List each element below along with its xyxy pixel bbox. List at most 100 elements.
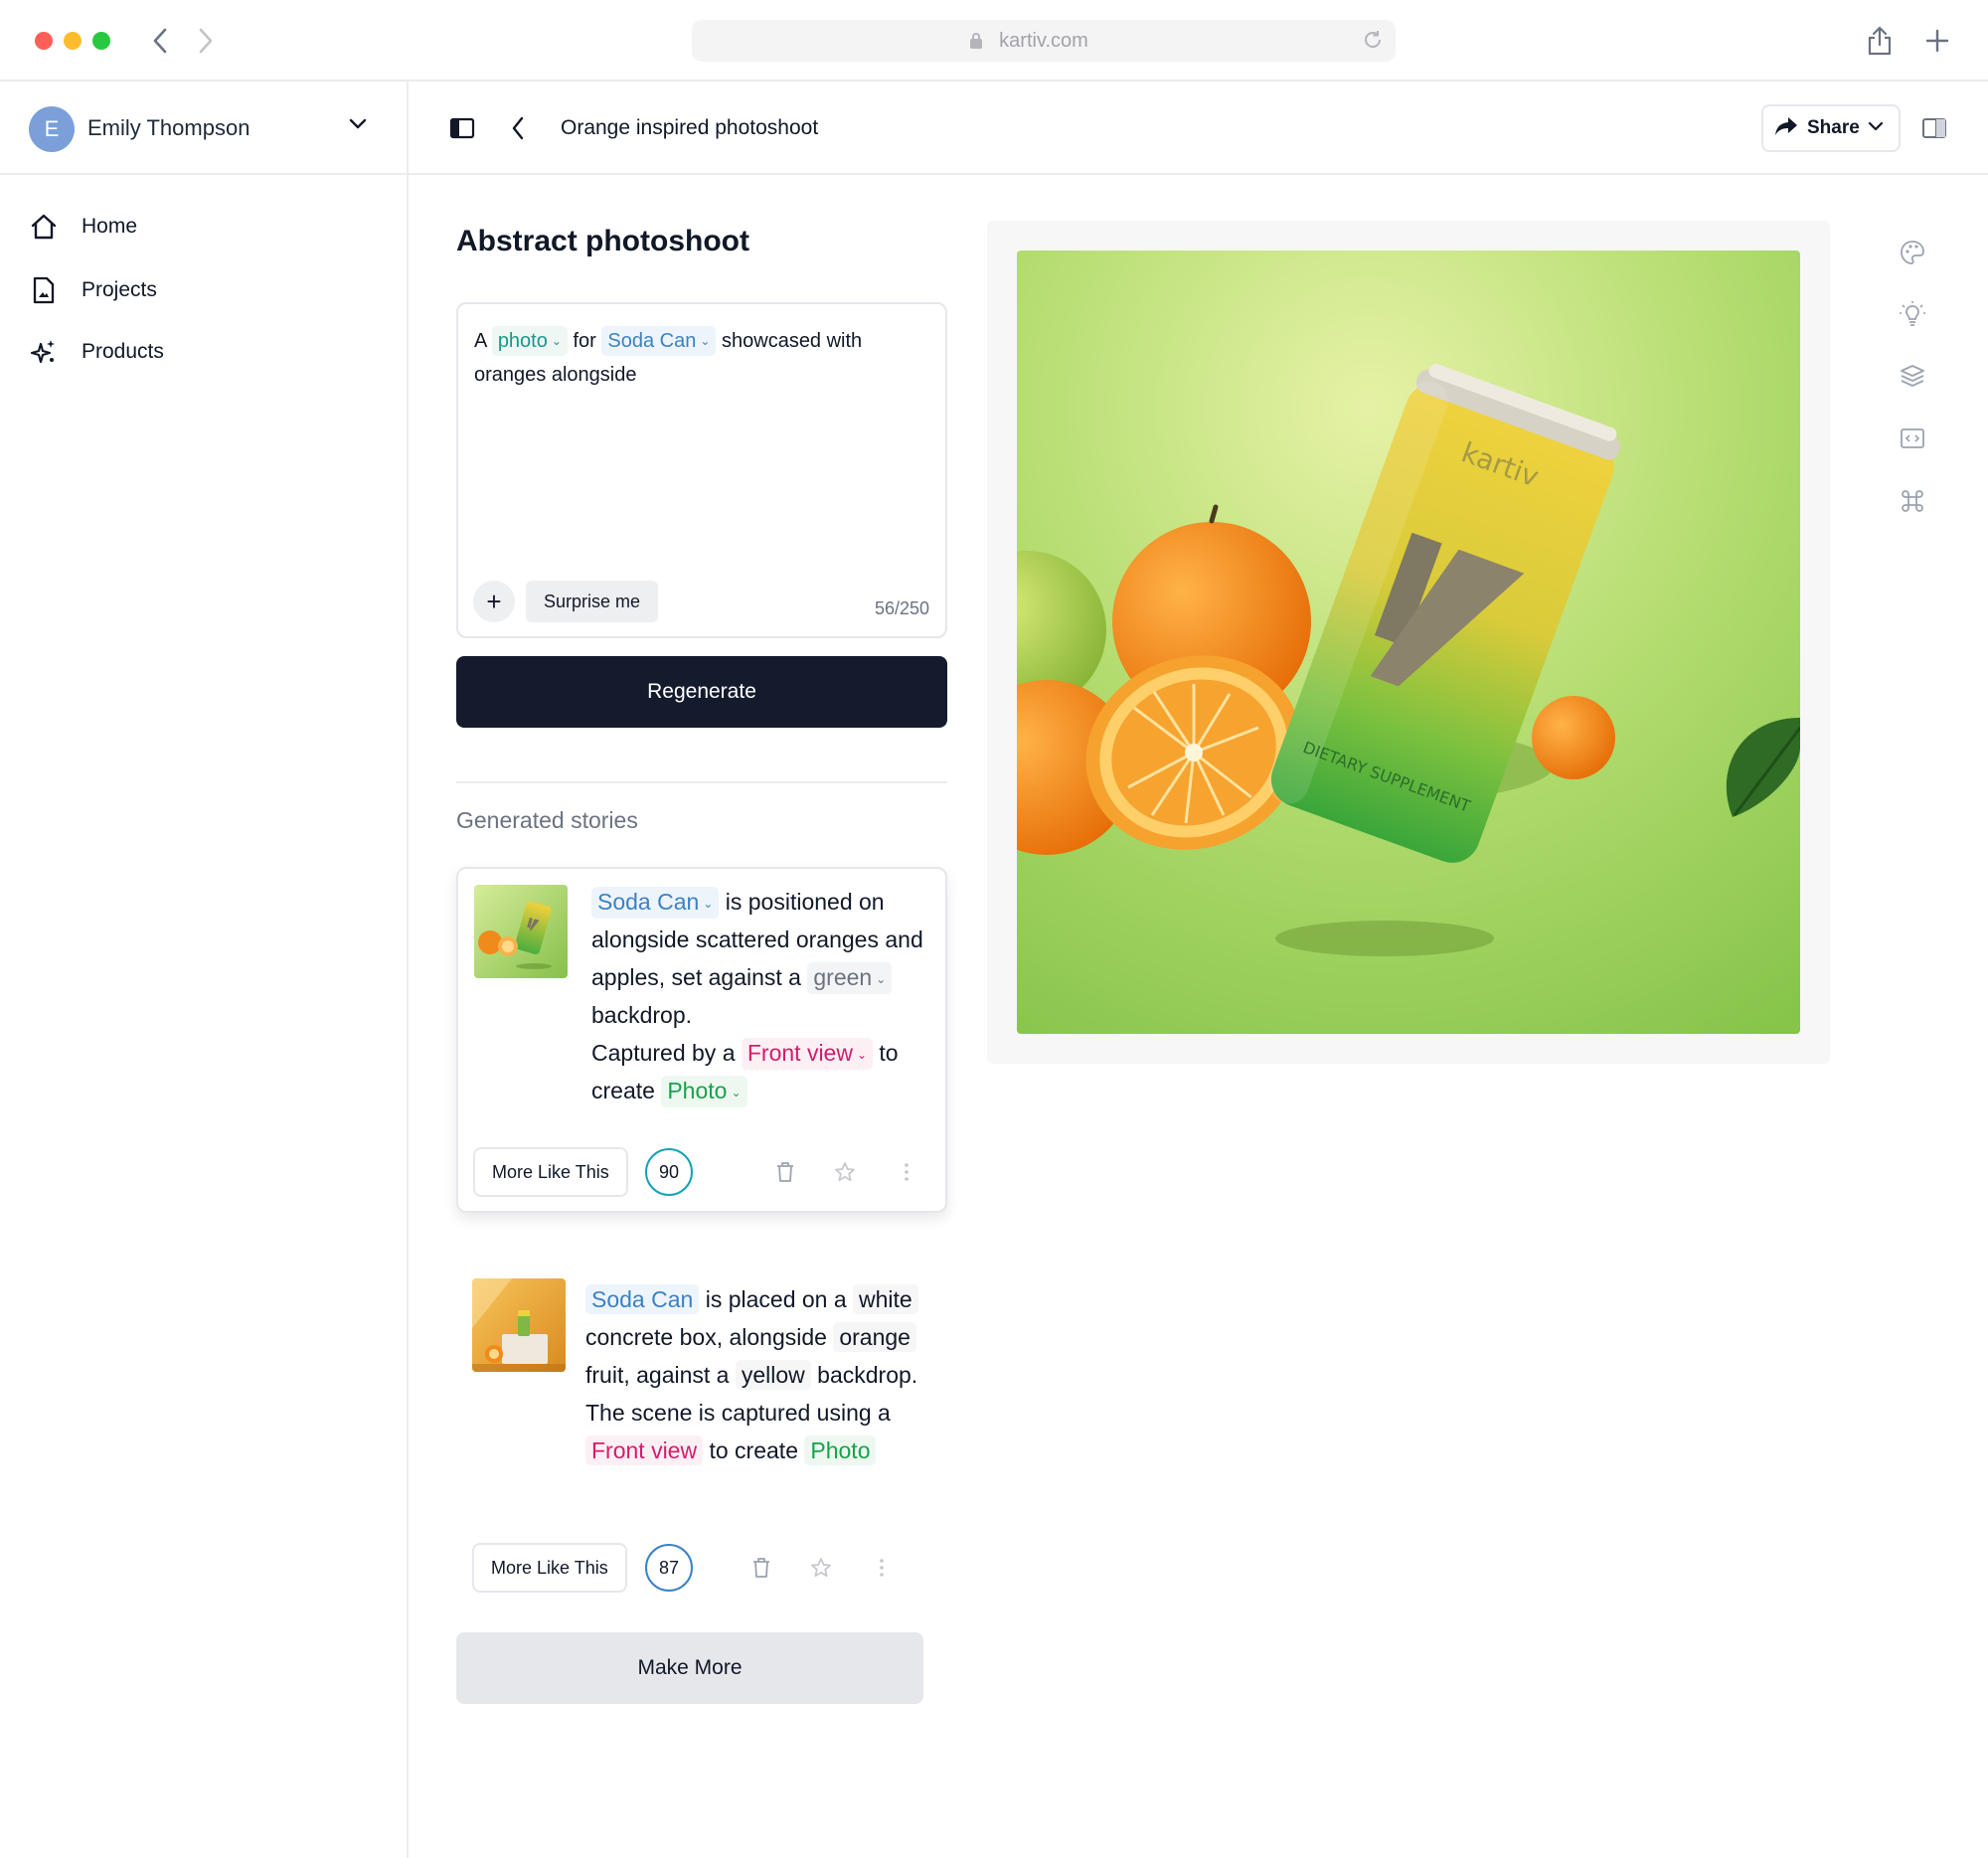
sidebar-item-label: Home: [82, 215, 138, 238]
prompt-text[interactable]: A photo ⌄ for Soda Can ⌄ showcased with or…: [474, 324, 931, 392]
score-badge: 87: [645, 1544, 693, 1592]
sidebar-item-label: Products: [82, 340, 164, 363]
chevron-down-icon: ⌄: [700, 334, 711, 348]
product-chip-label: Soda Can: [597, 889, 700, 915]
color-chip-label: green: [813, 964, 873, 990]
story-words: concrete box, alongside: [585, 1324, 827, 1350]
share-button[interactable]: Share: [1761, 104, 1901, 152]
more-like-this-button[interactable]: More Like This: [473, 1147, 628, 1197]
style-chip-label: Photo: [667, 1078, 728, 1103]
sidebar-toggle-icon[interactable]: [444, 110, 480, 146]
prompt-editor[interactable]: A photo ⌄ for Soda Can ⌄ showcased with or…: [456, 302, 947, 638]
chevron-down-icon: ⌄: [876, 972, 887, 986]
generated-image[interactable]: kartiv DIETARY SUPPLEMENT: [1017, 251, 1800, 1034]
story-words: backdrop.: [817, 1362, 918, 1388]
trash-icon[interactable]: [746, 1553, 776, 1583]
more-options-icon[interactable]: [892, 1157, 921, 1187]
user-switcher[interactable]: E Emily Thompson: [0, 82, 407, 175]
reload-icon[interactable]: [1362, 29, 1384, 56]
sidebar-item-projects[interactable]: Projects: [28, 268, 386, 312]
color-chip[interactable]: green ⌄: [807, 962, 893, 994]
story-words: backdrop.: [591, 1002, 693, 1028]
story-words: fruit, against a: [585, 1362, 730, 1388]
browser-back-icon[interactable]: [143, 24, 177, 58]
right-panel-toggle-icon[interactable]: [1916, 110, 1952, 146]
lightbulb-icon[interactable]: [1895, 296, 1930, 332]
more-options-icon[interactable]: [867, 1553, 897, 1583]
user-name: Emily Thompson: [87, 115, 250, 140]
type-chip[interactable]: photo ⌄: [491, 326, 568, 356]
sparkles-icon: [28, 336, 60, 368]
story-thumbnail[interactable]: [474, 885, 568, 978]
command-icon[interactable]: [1895, 483, 1930, 519]
surprise-me-button[interactable]: Surprise me: [526, 581, 659, 622]
share-label: Share: [1807, 117, 1860, 138]
star-icon[interactable]: [806, 1553, 836, 1583]
maximize-window-button[interactable]: [92, 32, 110, 50]
chevron-down-icon: [1868, 119, 1884, 137]
story-words: The scene is captured using a: [585, 1400, 891, 1426]
character-counter: 56/250: [874, 598, 929, 618]
share-arrow-icon: [1773, 115, 1799, 142]
view-chip-label: Front view: [746, 1040, 853, 1066]
material-color-chip[interactable]: white: [853, 1284, 918, 1314]
chevron-down-icon: ⌄: [731, 1086, 742, 1099]
chevron-down-icon: ⌄: [856, 1048, 868, 1062]
divider: [456, 781, 947, 783]
story-text: Soda Can ⌄ is positioned on alongside sca…: [591, 883, 939, 1109]
code-embed-icon[interactable]: [1895, 421, 1930, 456]
palette-icon[interactable]: [1895, 235, 1930, 270]
score-badge: 90: [645, 1148, 693, 1196]
product-chip[interactable]: Soda Can ⌄: [591, 887, 720, 919]
sidebar-item-label: Projects: [82, 278, 157, 301]
page-header: Orange inspired photoshoot Share: [409, 82, 1988, 175]
share-page-icon[interactable]: [1861, 22, 1899, 60]
product-chip[interactable]: Soda Can: [585, 1284, 700, 1314]
fruit-chip[interactable]: orange: [833, 1322, 916, 1352]
url-text: kartiv.com: [999, 30, 1088, 52]
close-window-button[interactable]: [35, 32, 53, 50]
plus-icon: +: [486, 586, 502, 616]
new-tab-icon[interactable]: [1918, 22, 1956, 60]
address-bar[interactable]: kartiv.com: [692, 20, 1396, 62]
more-like-this-button[interactable]: More Like This: [472, 1543, 627, 1593]
preview-panel: kartiv DIETARY SUPPLEMENT: [987, 221, 1830, 1064]
style-chip[interactable]: Photo ⌄: [661, 1076, 747, 1107]
star-icon[interactable]: [830, 1157, 860, 1187]
back-icon[interactable]: [500, 110, 536, 146]
layers-icon[interactable]: [1895, 358, 1930, 394]
type-chip-label: photo: [497, 330, 548, 352]
story-thumbnail[interactable]: [472, 1278, 566, 1372]
style-chip[interactable]: Photo: [804, 1436, 877, 1465]
page-title: Orange inspired photoshoot: [561, 116, 819, 139]
story-text: Soda Can is placed on a white concrete b…: [585, 1280, 947, 1469]
home-icon: [28, 211, 60, 243]
story-words: to create: [709, 1437, 798, 1463]
sidebar: E Emily Thompson Home Projects Products: [0, 82, 409, 1858]
backdrop-chip[interactable]: yellow: [735, 1360, 811, 1390]
make-more-button[interactable]: Make More: [456, 1632, 923, 1704]
chevron-down-icon: ⌄: [551, 334, 562, 348]
prompt-word: for: [573, 330, 596, 352]
view-chip[interactable]: Front view: [585, 1436, 704, 1465]
sidebar-item-home[interactable]: Home: [28, 205, 386, 249]
chevron-down-icon: ⌄: [703, 897, 714, 911]
story-words: Captured by a: [591, 1040, 736, 1066]
story-card[interactable]: Soda Can is placed on a white concrete b…: [456, 1263, 947, 1601]
generated-stories-heading: Generated stories: [456, 807, 638, 833]
view-chip[interactable]: Front view ⌄: [741, 1038, 874, 1070]
minimize-window-button[interactable]: [64, 32, 82, 50]
avatar: E: [29, 106, 75, 152]
document-icon: [28, 274, 60, 306]
story-card[interactable]: Soda Can ⌄ is positioned on alongside sca…: [456, 867, 947, 1213]
browser-forward-icon[interactable]: [189, 24, 223, 58]
product-chip[interactable]: Soda Can ⌄: [601, 326, 717, 356]
add-button[interactable]: +: [473, 581, 515, 622]
chevron-down-icon[interactable]: [348, 117, 368, 136]
regenerate-button[interactable]: Regenerate: [456, 656, 947, 728]
story-words: is placed on a: [705, 1286, 847, 1312]
prompt-word: A: [474, 330, 487, 352]
trash-icon[interactable]: [770, 1157, 800, 1187]
product-chip-label: Soda Can: [607, 330, 697, 352]
sidebar-item-products[interactable]: Products: [28, 330, 386, 374]
